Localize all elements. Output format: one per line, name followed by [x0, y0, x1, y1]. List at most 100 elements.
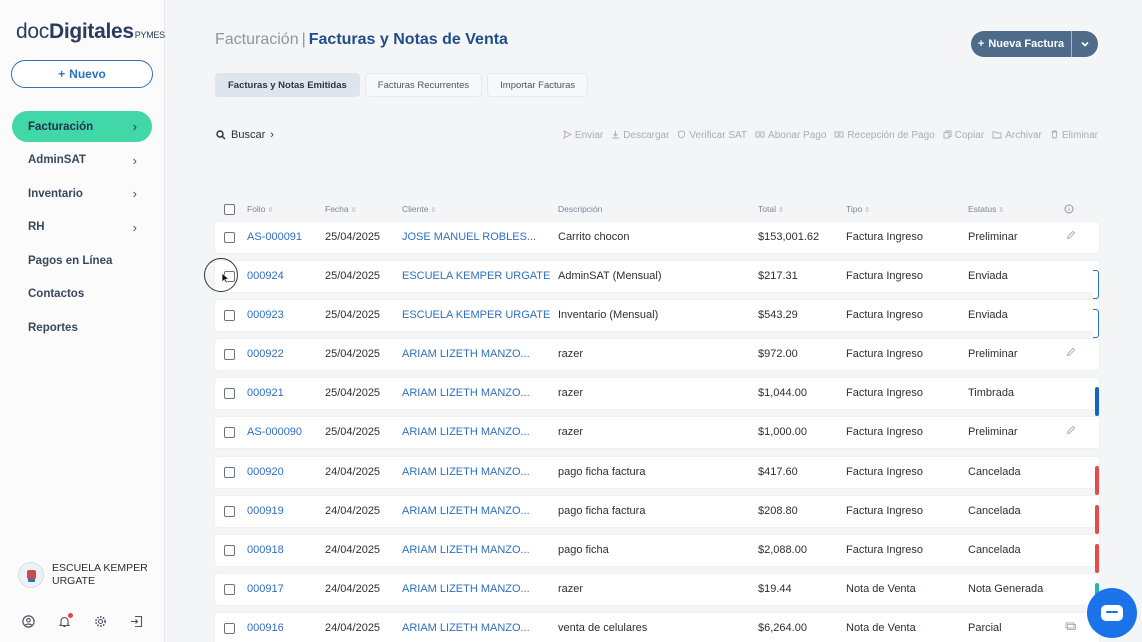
sidebar-item-label: AdminSAT — [28, 154, 86, 166]
column-fecha[interactable]: Fecha ⇳ — [325, 204, 357, 214]
new-invoice-dropdown[interactable] — [1071, 31, 1098, 57]
table-row[interactable]: AS-000090 25/04/2025 ARIAM LIZETH MANZO...… — [215, 417, 1099, 449]
table-row[interactable]: 000918 24/04/2025 ARIAM LIZETH MANZO... pag… — [215, 534, 1099, 573]
row-checkbox[interactable] — [224, 622, 235, 634]
cell-cliente[interactable]: ARIAM LIZETH MANZO... — [402, 505, 530, 517]
edit-icon[interactable] — [1066, 230, 1076, 243]
cell-folio[interactable]: 000920 — [247, 466, 284, 478]
tab-emitidas[interactable]: Facturas y Notas Emitidas — [215, 73, 360, 97]
table-row[interactable]: 000921 25/04/2025 ARIAM LIZETH MANZO... raz… — [215, 378, 1099, 417]
row-checkbox[interactable] — [224, 427, 235, 439]
cell-folio[interactable]: AS-000090 — [247, 426, 302, 438]
sidebar-item-reportes[interactable]: Reportes — [12, 312, 152, 343]
row-checkbox[interactable] — [224, 466, 235, 478]
sidebar-item-label: Reportes — [28, 321, 78, 334]
table-row[interactable]: 000924 25/04/2025 ESCUELA KEMPER URGATE Adm… — [215, 261, 1099, 300]
cell-cliente[interactable]: ESCUELA KEMPER URGATE — [402, 270, 550, 282]
action-label: Enviar — [574, 130, 604, 141]
cell-folio[interactable]: 000919 — [247, 505, 284, 517]
cell-cliente[interactable]: ARIAM LIZETH MANZO... — [402, 544, 530, 556]
sidebar-item-adminsat[interactable]: AdminSAT › — [12, 145, 152, 176]
sidebar-item-rh[interactable]: RH › — [12, 212, 152, 243]
sort-icon: ⇳ — [998, 207, 1005, 214]
sidebar-item-inventario[interactable]: Inventario › — [12, 178, 152, 209]
cell-descripcion: razer — [558, 582, 584, 595]
row-checkbox[interactable] — [224, 388, 235, 400]
table-row[interactable]: 000916 24/04/2025 ARIAM LIZETH MANZO... ven… — [215, 612, 1099, 642]
settings-icon[interactable] — [94, 615, 107, 628]
descargar-action[interactable]: Descargar — [611, 130, 669, 141]
table-row[interactable]: 000917 24/04/2025 ARIAM LIZETH MANZO... raz… — [215, 573, 1099, 612]
tab-importar[interactable]: Importar Facturas — [487, 73, 589, 97]
table-row[interactable]: 000923 25/04/2025 ESCUELA KEMPER URGATE Inv… — [215, 300, 1099, 339]
organization-switcher[interactable]: ESCUELA KEMPER URGATE — [18, 562, 152, 588]
table-row[interactable]: 000919 24/04/2025 ARIAM LIZETH MANZO... pag… — [215, 495, 1099, 534]
row-checkbox[interactable] — [224, 349, 235, 361]
cell-folio[interactable]: 000918 — [247, 544, 284, 556]
cell-cliente[interactable]: ARIAM LIZETH MANZO... — [402, 387, 530, 399]
enviar-action[interactable]: Enviar — [563, 130, 603, 141]
cell-cliente[interactable]: ESCUELA KEMPER URGATE — [402, 309, 550, 321]
column-estatus[interactable]: Estatus ⇳ — [968, 204, 1004, 214]
select-all-checkbox[interactable] — [224, 204, 235, 215]
cash-icon[interactable] — [1065, 621, 1076, 633]
column-tipo[interactable]: Tipo ⇳ — [846, 204, 870, 214]
cell-folio[interactable]: 000917 — [247, 583, 284, 595]
new-invoice-button[interactable]: + Nueva Factura — [971, 31, 1071, 57]
new-button-label: Nuevo — [69, 67, 106, 81]
column-total[interactable]: Total ⇳ — [758, 204, 784, 214]
abonar-pago-action[interactable]: Abonar Pago — [755, 130, 826, 141]
chat-button[interactable] — [1087, 588, 1137, 638]
row-checkbox[interactable] — [224, 505, 235, 517]
cell-descripcion: pago ficha — [558, 543, 609, 556]
eliminar-action[interactable]: Eliminar — [1050, 130, 1098, 141]
row-checkbox[interactable] — [224, 544, 235, 556]
status-indicator — [1093, 309, 1099, 339]
row-checkbox[interactable] — [224, 583, 235, 595]
cell-cliente[interactable]: ARIAM LIZETH MANZO... — [402, 622, 530, 634]
copiar-action[interactable]: Copiar — [943, 130, 984, 141]
bell-icon[interactable] — [58, 613, 73, 628]
row-checkbox[interactable] — [224, 310, 235, 322]
organization-avatar — [18, 562, 44, 588]
logout-icon[interactable] — [130, 615, 143, 628]
cell-cliente[interactable]: ARIAM LIZETH MANZO... — [402, 583, 530, 595]
cell-cliente[interactable]: JOSE MANUEL ROBLES... — [402, 231, 536, 243]
app-logo[interactable]: docDigitalesPYMES — [16, 20, 165, 44]
recepcion-de-pago-action[interactable]: Recepción de Pago — [834, 130, 935, 141]
sidebar-item-facturacion[interactable]: Facturación › — [12, 111, 152, 142]
cell-fecha: 25/04/2025 — [325, 426, 381, 439]
cell-folio[interactable]: 000921 — [247, 387, 284, 399]
breadcrumb-facturacion[interactable]: Facturación — [215, 31, 299, 48]
table-row[interactable]: 000922 25/04/2025 ARIAM LIZETH MANZO... raz… — [215, 339, 1099, 371]
status-indicator — [1095, 465, 1099, 495]
info-icon[interactable] — [1064, 204, 1074, 216]
cell-cliente[interactable]: ARIAM LIZETH MANZO... — [402, 426, 530, 438]
cell-folio[interactable]: AS-000091 — [247, 231, 302, 243]
cell-fecha: 25/04/2025 — [325, 231, 381, 243]
new-button[interactable]: + Nuevo — [11, 60, 153, 88]
cell-folio[interactable]: 000924 — [247, 270, 284, 282]
sidebar-item-pagos-en-linea[interactable]: Pagos en Línea — [12, 245, 152, 276]
verificar-sat-action[interactable]: Verificar SAT — [677, 130, 747, 141]
new-invoice-group: + Nueva Factura — [971, 31, 1098, 57]
cell-cliente[interactable]: ARIAM LIZETH MANZO... — [402, 348, 530, 360]
column-cliente[interactable]: Cliente ⇳ — [402, 204, 436, 214]
table-row[interactable]: AS-000091 25/04/2025 JOSE MANUEL ROBLES...… — [215, 222, 1099, 253]
row-checkbox[interactable] — [224, 232, 235, 243]
edit-icon[interactable] — [1066, 425, 1076, 438]
cell-folio[interactable]: 000923 — [247, 309, 284, 321]
cell-folio[interactable]: 000916 — [247, 622, 284, 634]
user-icon[interactable] — [22, 615, 35, 628]
cell-total: $6,264.00 — [758, 621, 807, 634]
edit-icon[interactable] — [1066, 347, 1076, 360]
column-folio[interactable]: Folio ⇳ — [247, 204, 273, 214]
sidebar-item-contactos[interactable]: Contactos — [12, 279, 152, 310]
cell-tipo: Nota de Venta — [846, 582, 916, 595]
archivar-action[interactable]: Archivar — [992, 130, 1042, 141]
cell-cliente[interactable]: ARIAM LIZETH MANZO... — [402, 466, 530, 478]
tab-recurrentes[interactable]: Facturas Recurrentes — [364, 73, 483, 97]
search-toggle[interactable]: Buscar › — [216, 129, 274, 141]
table-row[interactable]: 000920 24/04/2025 ARIAM LIZETH MANZO... pag… — [215, 456, 1099, 495]
cell-folio[interactable]: 000922 — [247, 348, 284, 360]
